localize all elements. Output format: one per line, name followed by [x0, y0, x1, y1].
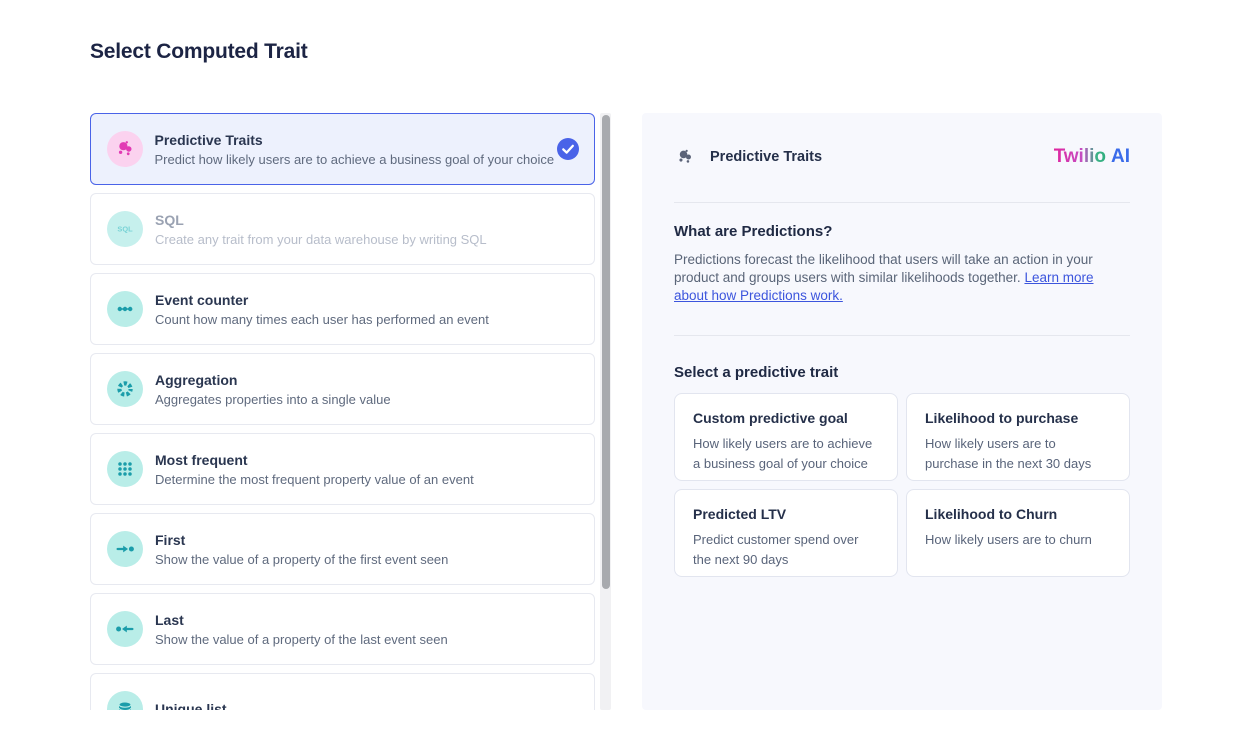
divider [674, 335, 1130, 336]
scrollbar-thumb[interactable] [602, 115, 610, 589]
trait-title: Most frequent [155, 450, 474, 470]
trait-title: Aggregation [155, 370, 391, 390]
card-description: How likely users are to achieve a busine… [693, 434, 879, 474]
ai-logo-text: AI [1111, 146, 1130, 167]
trait-description: Determine the most frequent property val… [155, 470, 474, 489]
dots-row-icon [107, 291, 143, 327]
cog-icon [107, 371, 143, 407]
twilio-ai-logo: TwilioAI [1054, 146, 1130, 168]
predictive-trait-card-predicted-ltv[interactable]: Predicted LTV Predict customer spend over… [674, 489, 898, 577]
trait-description: Create any trait from your data warehous… [155, 230, 487, 249]
card-title: Likelihood to Churn [925, 507, 1111, 522]
trait-description: Aggregates properties into a single valu… [155, 390, 391, 409]
trait-list: Predictive TraitsPredict how likely user… [90, 113, 595, 710]
trait-title: First [155, 530, 448, 550]
dot-grid-icon [107, 451, 143, 487]
card-title: Custom predictive goal [693, 411, 879, 426]
sql-icon: SQL [107, 211, 143, 247]
card-description: How likely users are to churn [925, 530, 1111, 550]
trait-description: Predict how likely users are to achieve … [155, 150, 555, 169]
predictive-trait-card-likelihood-to-churn[interactable]: Likelihood to Churn How likely users are … [906, 489, 1130, 577]
card-description: How likely users are to purchase in the … [925, 434, 1111, 474]
cluster-icon [107, 131, 143, 167]
check-icon [557, 138, 579, 160]
trait-title: Unique list [155, 699, 227, 710]
trait-item-predictive-traits[interactable]: Predictive TraitsPredict how likely user… [90, 113, 595, 185]
trait-item-event-counter[interactable]: Event counterCount how many times each u… [90, 273, 595, 345]
predictive-trait-card-likelihood-to-purchase[interactable]: Likelihood to purchase How likely users a… [906, 393, 1130, 481]
cluster-icon [674, 146, 696, 168]
about-heading: What are Predictions? [674, 222, 1130, 242]
trait-title: Predictive Traits [155, 130, 555, 150]
trait-item-aggregation[interactable]: AggregationAggregates properties into a … [90, 353, 595, 425]
trait-title: SQL [155, 210, 487, 230]
page-title: Select Computed Trait [90, 40, 308, 64]
detail-panel-header: Predictive Traits TwilioAI [674, 141, 1130, 173]
trait-description: Count how many times each user has perfo… [155, 310, 489, 329]
about-body: Predictions forecast the likelihood that… [674, 251, 1130, 305]
trait-title: Event counter [155, 290, 489, 310]
trait-title: Last [155, 610, 448, 630]
trait-description: Show the value of a property of the last… [155, 630, 448, 649]
predictive-trait-cards: Custom predictive goal How likely users a… [674, 393, 1130, 577]
twilio-logo-text: Twilio [1054, 146, 1106, 167]
trait-item-unique-list[interactable]: Unique list [90, 673, 595, 710]
trait-item-sql: SQLSQLCreate any trait from your data wa… [90, 193, 595, 265]
dot-arrow-left-icon [107, 611, 143, 647]
trait-item-last[interactable]: LastShow the value of a property of the … [90, 593, 595, 665]
trait-list-scrollbar[interactable] [600, 113, 611, 710]
database-icon [107, 691, 143, 710]
trait-item-first[interactable]: FirstShow the value of a property of the… [90, 513, 595, 585]
panel-title: Predictive Traits [710, 149, 822, 165]
trait-description: Show the value of a property of the firs… [155, 550, 448, 569]
predictive-trait-card-custom-predictive-goal[interactable]: Custom predictive goal How likely users a… [674, 393, 898, 481]
divider [674, 202, 1130, 203]
card-title: Likelihood to purchase [925, 411, 1111, 426]
arrow-to-dot-icon [107, 531, 143, 567]
svg-text:SQL: SQL [117, 225, 133, 234]
trait-item-most-frequent[interactable]: Most frequentDetermine the most frequent… [90, 433, 595, 505]
card-description: Predict customer spend over the next 90 … [693, 530, 879, 570]
select-trait-heading: Select a predictive trait [674, 363, 1130, 383]
card-title: Predicted LTV [693, 507, 879, 522]
detail-panel: Predictive Traits TwilioAI What are Pred… [642, 113, 1162, 710]
